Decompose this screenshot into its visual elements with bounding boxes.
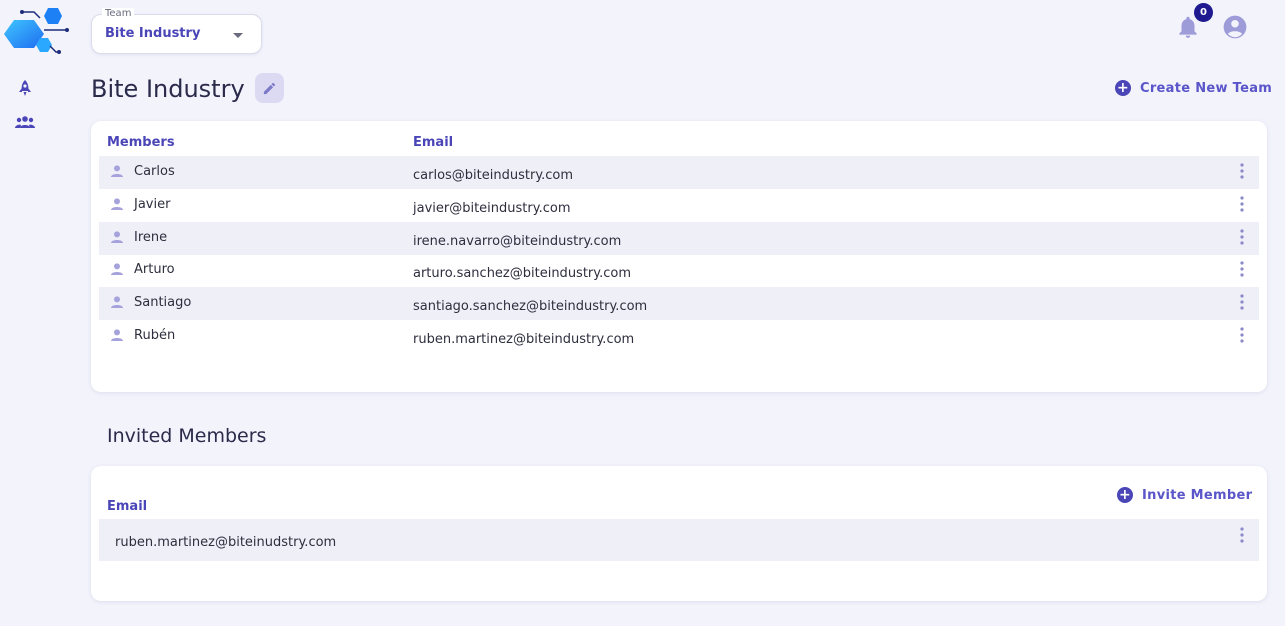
- email-column-header: Email: [413, 135, 454, 150]
- invited-email-column-header: Email: [107, 499, 148, 514]
- invited-row: ruben.martinez@biteinudstry.com: [99, 519, 1259, 561]
- team-select-caption: Team: [102, 8, 135, 20]
- table-row: Carlos carlos@biteindustry.com: [99, 156, 1259, 189]
- member-email: carlos@biteindustry.com: [413, 168, 574, 183]
- app-root: Team Bite Industry 0 Bite Industry + Cre…: [0, 0, 1285, 626]
- notification-count-badge: 0: [1194, 3, 1213, 22]
- person-icon: [111, 198, 123, 210]
- plus-circle-icon: +: [1117, 487, 1133, 503]
- plus-circle-icon: +: [1115, 80, 1131, 96]
- kebab-menu-icon[interactable]: [1239, 294, 1245, 310]
- members-card: Members Email Carlos carlos@biteindustry…: [91, 121, 1267, 392]
- pencil-icon: [263, 82, 276, 94]
- person-icon: [111, 296, 123, 308]
- member-name: Carlos: [134, 164, 175, 179]
- member-email: javier@biteindustry.com: [413, 201, 571, 216]
- member-email: santiago.sanchez@biteindustry.com: [413, 299, 648, 314]
- chevron-down-icon: [233, 33, 243, 38]
- member-email: arturo.sanchez@biteindustry.com: [413, 266, 632, 281]
- member-name: Irene: [134, 230, 168, 245]
- kebab-menu-icon[interactable]: [1239, 261, 1245, 277]
- group-icon[interactable]: [14, 111, 36, 133]
- member-email: ruben.martinez@biteindustry.com: [413, 332, 635, 347]
- account-circle-icon[interactable]: [1222, 14, 1248, 40]
- kebab-menu-icon[interactable]: [1239, 229, 1245, 245]
- person-icon: [111, 329, 123, 341]
- kebab-menu-icon[interactable]: [1239, 527, 1245, 543]
- invited-members-title: Invited Members: [107, 425, 267, 447]
- invite-member-label: Invite Member: [1142, 487, 1253, 503]
- create-new-team-button[interactable]: + Create New Team: [1115, 80, 1272, 96]
- person-icon: [111, 231, 123, 243]
- table-row: Arturo arturo.sanchez@biteindustry.com: [99, 254, 1259, 287]
- table-row: Santiago santiago.sanchez@biteindustry.c…: [99, 287, 1259, 320]
- kebab-menu-icon[interactable]: [1239, 327, 1245, 343]
- member-name: Santiago: [134, 295, 192, 310]
- edit-team-name-button[interactable]: [255, 73, 284, 103]
- invite-member-button[interactable]: + Invite Member: [1117, 487, 1252, 503]
- person-icon: [111, 263, 123, 275]
- table-row: Irene irene.navarro@biteindustry.com: [99, 222, 1259, 255]
- table-row: Javier javier@biteindustry.com: [99, 189, 1259, 222]
- rocket-icon[interactable]: [14, 77, 36, 99]
- member-name: Rubén: [134, 328, 176, 343]
- member-email: irene.navarro@biteindustry.com: [413, 234, 622, 249]
- kebab-menu-icon[interactable]: [1239, 196, 1245, 212]
- hexagon-circuit-logo[interactable]: [4, 6, 72, 60]
- create-new-team-label: Create New Team: [1140, 80, 1273, 96]
- invited-email: ruben.martinez@biteinudstry.com: [115, 535, 337, 550]
- table-row: Rubén ruben.martinez@biteindustry.com: [99, 320, 1259, 353]
- team-select-value: Bite Industry: [105, 26, 201, 41]
- page-title: Bite Industry: [91, 75, 245, 103]
- invited-members-card: Email + Invite Member ruben.martinez@bit…: [91, 466, 1267, 601]
- team-select[interactable]: Team Bite Industry: [91, 8, 262, 54]
- members-column-header: Members: [107, 135, 175, 150]
- person-icon: [111, 165, 123, 177]
- kebab-menu-icon[interactable]: [1239, 163, 1245, 179]
- member-name: Javier: [134, 197, 171, 212]
- member-name: Arturo: [134, 262, 175, 277]
